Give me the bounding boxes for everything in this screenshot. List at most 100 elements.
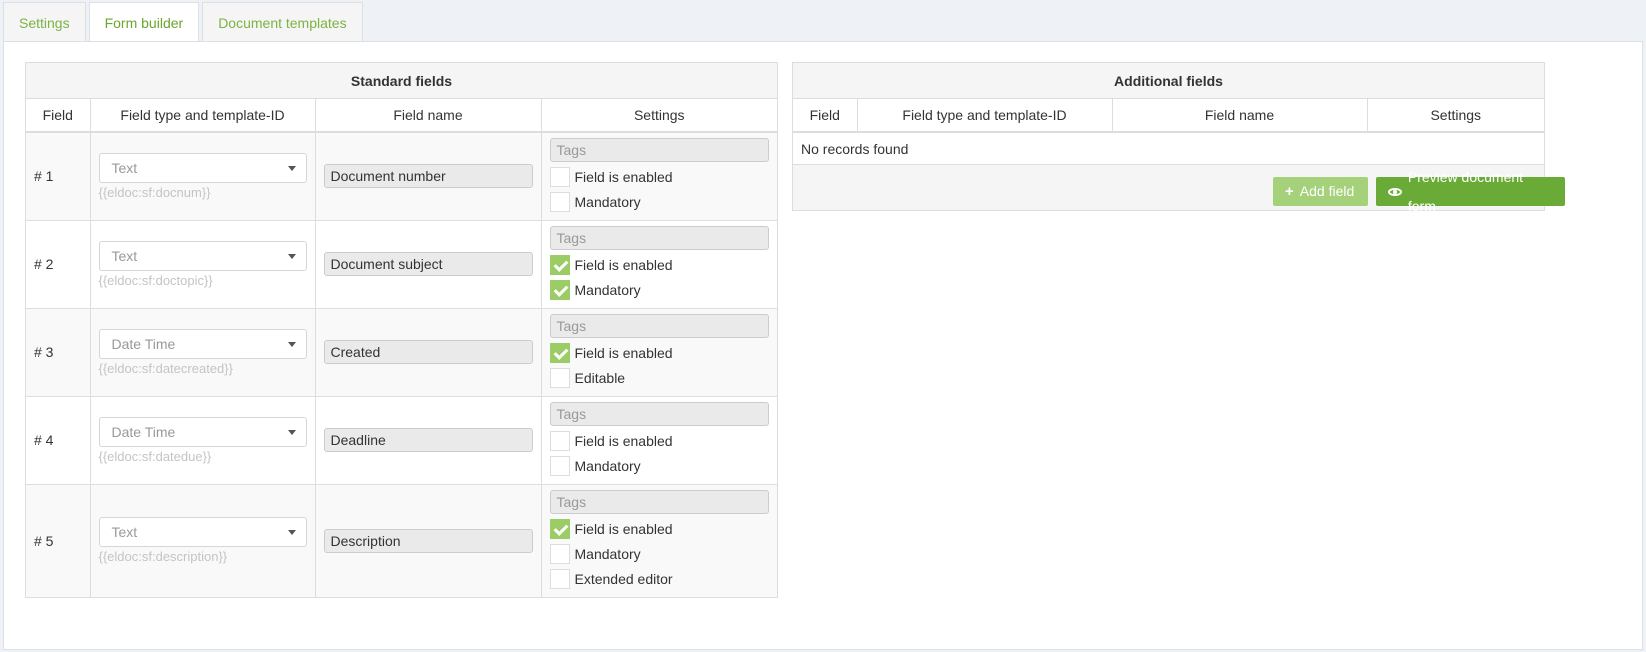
- checkbox-label: Editable: [574, 369, 626, 386]
- field-number: # 3: [34, 344, 54, 360]
- template-id: {{eldoc:sf:description}}: [98, 549, 228, 565]
- checkbox[interactable]: [549, 342, 570, 363]
- field-name-input[interactable]: Deadline: [323, 428, 533, 452]
- setting-checkbox-row[interactable]: Field is enabled: [549, 340, 770, 365]
- checkbox[interactable]: [549, 254, 570, 275]
- additional-fields-footer: + Add field Preview document form: [793, 165, 1565, 214]
- table-row: # 2 Text {{eldoc:sf:doctopic}} Document …: [26, 220, 777, 309]
- field-number-cell: # 3: [26, 308, 91, 397]
- field-type-cell: Text {{eldoc:sf:docnum}}: [90, 132, 316, 221]
- field-type-value: Date Time: [111, 335, 176, 352]
- settings-cell: Tags Field is enabled Mandatory: [541, 396, 777, 485]
- field-type-cell: Text {{eldoc:sf:doctopic}}: [90, 220, 316, 309]
- column-header-field-type: Field type and template-ID: [857, 99, 1113, 133]
- field-type-select[interactable]: Date Time: [98, 328, 307, 359]
- checkbox-label: Extended editor: [574, 570, 673, 587]
- field-number: # 5: [34, 532, 54, 549]
- table-row: # 5 Text {{eldoc:sf:description}} Descri…: [26, 484, 777, 597]
- tags-input[interactable]: Tags: [549, 226, 769, 250]
- template-id: {{eldoc:sf:docnum}}: [98, 184, 211, 200]
- form-builder-panel: Standard fields Field Field type and tem…: [3, 41, 1643, 650]
- no-records-message: No records found: [793, 133, 1544, 165]
- setting-checkbox-row[interactable]: Editable: [549, 365, 770, 390]
- standard-fields-table: Field Field type and template-ID Field n…: [26, 99, 777, 597]
- standard-fields-box: Standard fields Field Field type and tem…: [25, 62, 778, 598]
- field-type-cell: Date Time {{eldoc:sf:datecreated}}: [90, 308, 316, 397]
- preview-document-form-button[interactable]: Preview document form: [1376, 169, 1565, 214]
- field-number-cell: # 2: [26, 220, 91, 309]
- checkbox[interactable]: [549, 367, 570, 388]
- checkbox[interactable]: [549, 568, 570, 589]
- chevron-down-icon: [287, 429, 296, 435]
- chevron-down-icon: [287, 341, 296, 347]
- additional-fields-box: Additional fields Field Field type and t…: [792, 62, 1565, 214]
- tags-input[interactable]: Tags: [549, 138, 769, 163]
- column-header-field-name: Field name: [315, 99, 542, 133]
- setting-checkbox-row[interactable]: Field is enabled: [549, 252, 770, 277]
- setting-checkbox-row[interactable]: Field is enabled: [549, 428, 770, 453]
- checkbox[interactable]: [549, 166, 570, 187]
- field-name-cell: Deadline: [315, 396, 542, 485]
- checkbox[interactable]: [549, 430, 570, 451]
- setting-checkbox-row[interactable]: Extended editor: [549, 566, 770, 591]
- checkbox-label: Mandatory: [574, 193, 641, 210]
- field-name-input[interactable]: Document number: [323, 164, 533, 189]
- preview-label: Preview document form: [1407, 168, 1524, 214]
- field-name-cell: Description: [315, 484, 542, 597]
- field-type-value: Text: [111, 247, 138, 264]
- column-header-field: Field: [26, 99, 91, 133]
- checkbox-label: Field is enabled: [574, 256, 673, 273]
- field-type-value: Date Time: [111, 423, 176, 440]
- field-name-cell: Document subject: [315, 220, 542, 309]
- field-type-select[interactable]: Text: [98, 152, 307, 183]
- column-header-settings: Settings: [1367, 99, 1544, 133]
- tab-document-templates[interactable]: Document templates: [202, 2, 363, 42]
- field-number-cell: # 1: [26, 132, 91, 221]
- checkbox-label: Field is enabled: [574, 168, 673, 185]
- checkbox[interactable]: [549, 518, 570, 539]
- table-row: # 1 Text {{eldoc:sf:docnum}} Document nu…: [26, 132, 777, 221]
- field-name-input[interactable]: Document subject: [323, 252, 533, 276]
- template-id: {{eldoc:sf:doctopic}}: [98, 272, 213, 288]
- template-id: {{eldoc:sf:datedue}}: [98, 448, 212, 464]
- tab-settings[interactable]: Settings: [3, 2, 86, 42]
- settings-cell: Tags Field is enabled Mandatory: [541, 220, 777, 309]
- setting-checkbox-row[interactable]: Field is enabled: [549, 516, 770, 541]
- setting-checkbox-row[interactable]: Mandatory: [549, 453, 770, 478]
- column-header-field-type: Field type and template-ID: [90, 99, 316, 133]
- checkbox-label: Field is enabled: [574, 432, 673, 449]
- tags-input[interactable]: Tags: [549, 314, 769, 338]
- field-type-select[interactable]: Text: [98, 517, 307, 548]
- field-name-input[interactable]: Description: [323, 528, 533, 553]
- column-header-settings: Settings: [541, 99, 777, 133]
- standard-fields-title: Standard fields: [26, 63, 777, 99]
- settings-cell: Tags Field is enabled Mandatory Extended…: [541, 484, 777, 597]
- additional-fields-title: Additional fields: [793, 63, 1544, 99]
- field-type-cell: Date Time {{eldoc:sf:datedue}}: [90, 396, 316, 485]
- field-number-cell: # 5: [26, 484, 91, 597]
- settings-cell: Tags Field is enabled Editable: [541, 308, 777, 397]
- field-type-cell: Text {{eldoc:sf:description}}: [90, 484, 316, 597]
- setting-checkbox-row[interactable]: Mandatory: [549, 277, 770, 302]
- field-type-value: Text: [111, 159, 138, 176]
- checkbox[interactable]: [549, 455, 570, 476]
- column-header-field-name: Field name: [1112, 99, 1368, 133]
- field-name-input[interactable]: Created: [323, 340, 533, 364]
- field-type-select[interactable]: Date Time: [98, 416, 307, 447]
- chevron-down-icon: [287, 530, 296, 536]
- setting-checkbox-row[interactable]: Mandatory: [549, 189, 770, 214]
- tags-input[interactable]: Tags: [549, 490, 769, 515]
- checkbox[interactable]: [549, 279, 570, 300]
- checkbox[interactable]: [549, 543, 570, 564]
- setting-checkbox-row[interactable]: Mandatory: [549, 541, 770, 566]
- checkbox[interactable]: [549, 191, 570, 212]
- add-field-button[interactable]: + Add field: [1273, 177, 1368, 206]
- tags-input[interactable]: Tags: [549, 402, 769, 426]
- field-type-value: Text: [111, 524, 138, 541]
- chevron-down-icon: [287, 165, 296, 171]
- checkbox-label: Field is enabled: [574, 344, 673, 361]
- field-type-select[interactable]: Text: [98, 240, 307, 271]
- checkbox-label: Mandatory: [574, 545, 641, 562]
- tab-form-builder[interactable]: Form builder: [88, 2, 200, 44]
- setting-checkbox-row[interactable]: Field is enabled: [549, 164, 770, 189]
